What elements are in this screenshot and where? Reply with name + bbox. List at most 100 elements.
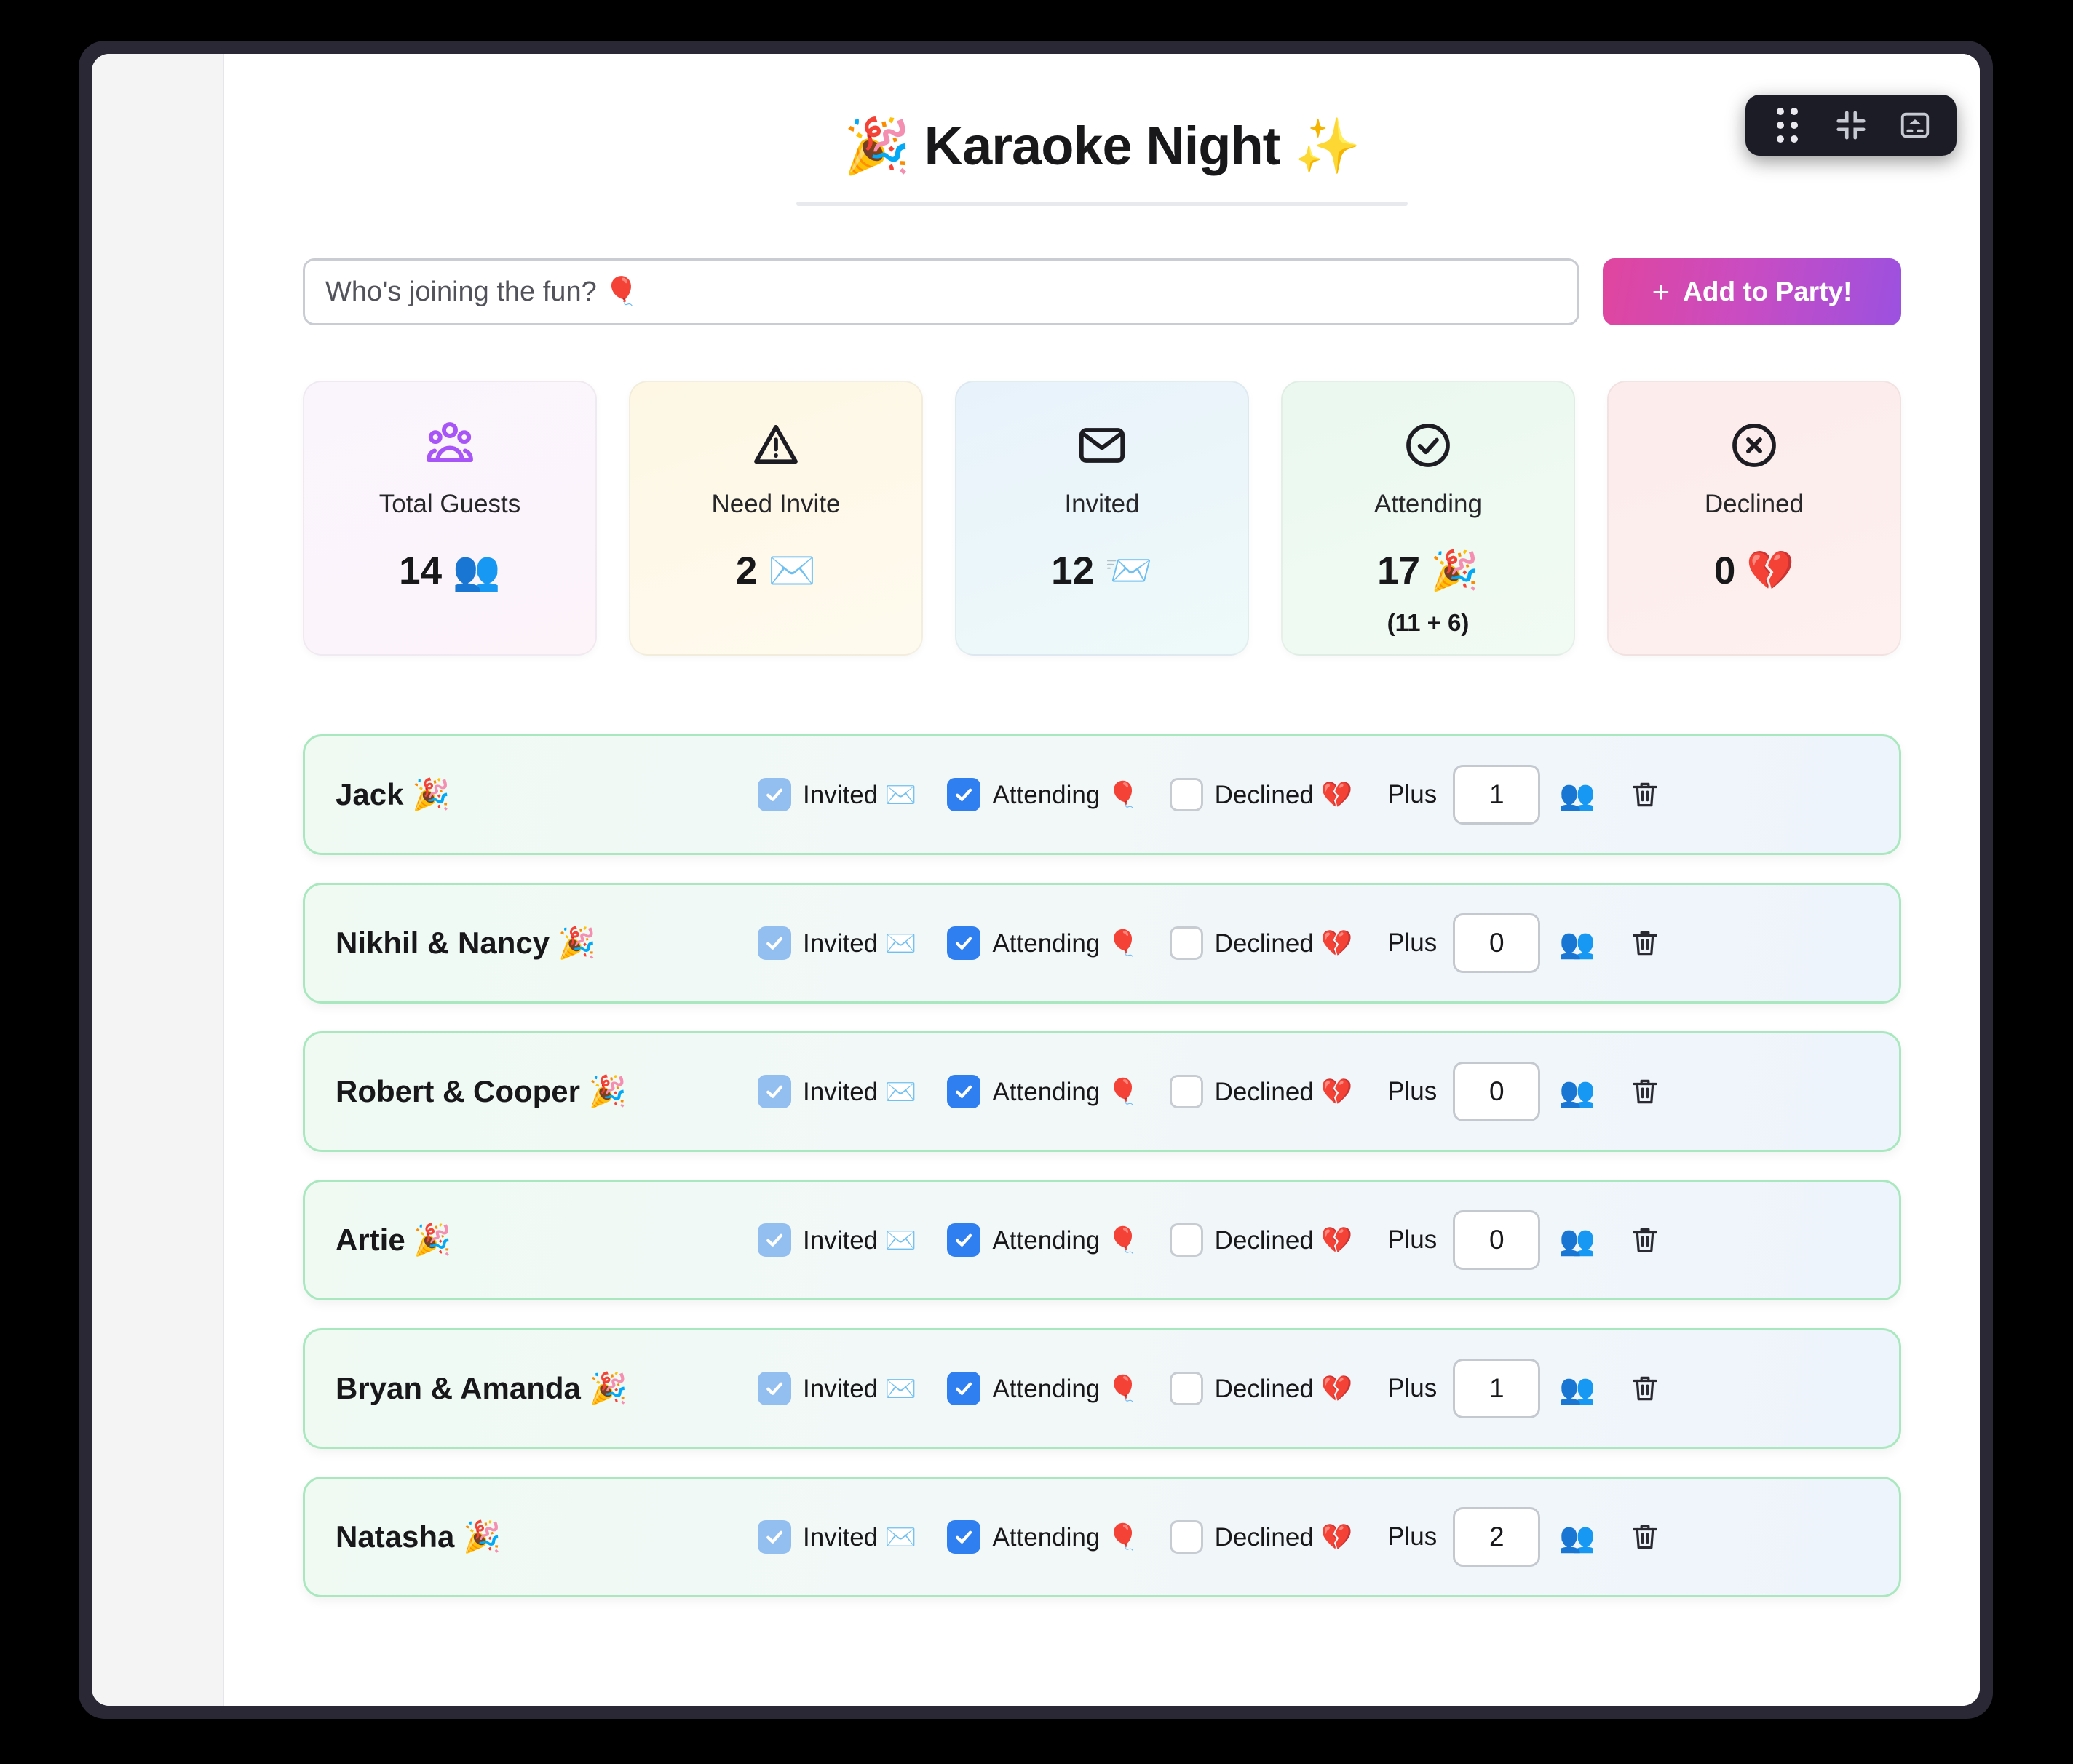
- add-guest-row: + Add to Party!: [303, 258, 1901, 326]
- app-window: 🎉 Karaoke Night ✨ + Add to Party!: [92, 54, 1980, 1706]
- stat-value: 17 🎉: [1377, 549, 1479, 593]
- plus-count-input[interactable]: [1453, 1062, 1541, 1122]
- stat-value: 0 💔: [1713, 549, 1795, 593]
- title-divider: [796, 202, 1408, 207]
- declined-checkbox-group: Declined 💔: [1169, 926, 1353, 961]
- invited-label: Invited ✉️: [803, 1077, 917, 1106]
- people-icon: 👥: [1559, 1076, 1596, 1108]
- envelope-icon: [1076, 417, 1128, 474]
- add-to-party-button[interactable]: + Add to Party!: [1603, 258, 1901, 326]
- plus-label: Plus: [1387, 1225, 1438, 1255]
- guest-name-input[interactable]: [303, 258, 1579, 326]
- stat-label: Need Invite: [711, 490, 841, 519]
- stat-subvalue: (11 + 6): [1387, 609, 1470, 637]
- invited-checkbox-group: Invited ✉️: [758, 1372, 916, 1406]
- attending-checkbox[interactable]: [947, 1520, 981, 1554]
- attending-checkbox-group: Attending 🎈: [947, 1075, 1139, 1109]
- stat-value: 14 👥: [399, 549, 501, 593]
- declined-checkbox[interactable]: [1169, 1075, 1203, 1109]
- guest-row: Natasha 🎉 Invited ✉️ Attending 🎈 Declined 💔…: [303, 1477, 1901, 1598]
- stat-label: Invited: [1064, 490, 1140, 519]
- declined-label: Declined 💔: [1214, 929, 1353, 958]
- guest-row: Bryan & Amanda 🎉 Invited ✉️ Attending 🎈 Dec…: [303, 1328, 1901, 1450]
- guest-name: Nikhil & Nancy 🎉: [336, 925, 597, 960]
- page-header: 🎉 Karaoke Night ✨: [303, 54, 1901, 207]
- invited-checkbox[interactable]: [758, 1520, 791, 1554]
- delete-guest-button[interactable]: [1625, 1368, 1665, 1409]
- attending-label: Attending 🎈: [992, 1522, 1139, 1552]
- invited-checkbox-group: Invited ✉️: [758, 778, 916, 812]
- declined-checkbox-group: Declined 💔: [1169, 1372, 1353, 1406]
- attending-checkbox[interactable]: [947, 1223, 981, 1258]
- people-icon: 👥: [1559, 1224, 1596, 1257]
- plus-count-input[interactable]: [1453, 1359, 1541, 1419]
- delete-guest-button[interactable]: [1625, 1071, 1665, 1112]
- plus-count-input[interactable]: [1453, 1507, 1541, 1568]
- stat-card-total-guests: Total Guests 14 👥: [303, 381, 597, 656]
- people-icon: 👥: [1559, 927, 1596, 960]
- delete-guest-button[interactable]: [1625, 1220, 1665, 1260]
- declined-label: Declined 💔: [1214, 780, 1353, 809]
- drag-dots-icon[interactable]: [1767, 106, 1807, 145]
- invited-checkbox[interactable]: [758, 1372, 791, 1406]
- attending-checkbox[interactable]: [947, 926, 981, 961]
- delete-guest-button[interactable]: [1625, 923, 1665, 964]
- declined-label: Declined 💔: [1214, 1225, 1353, 1255]
- plus-count-input[interactable]: [1453, 913, 1541, 974]
- attending-checkbox[interactable]: [947, 1075, 981, 1109]
- guest-name: Robert & Cooper 🎉: [336, 1073, 627, 1108]
- invited-checkbox-group: Invited ✉️: [758, 1223, 917, 1258]
- guest-row: Artie 🎉 Invited ✉️ Attending 🎈 Declined 💔 Pl…: [303, 1180, 1901, 1301]
- invited-label: Invited ✉️: [803, 1225, 917, 1255]
- stat-value: 12 📨: [1051, 549, 1153, 593]
- people-icon: 👥: [1559, 779, 1596, 811]
- plus-label: Plus: [1387, 1522, 1438, 1552]
- warning-icon: [750, 417, 802, 474]
- declined-label: Declined 💔: [1214, 1077, 1353, 1106]
- people-icon: 👥: [1559, 1521, 1596, 1554]
- delete-guest-button[interactable]: [1625, 1517, 1665, 1557]
- attending-label: Attending 🎈: [992, 780, 1139, 809]
- guest-name: Natasha 🎉: [336, 1519, 502, 1554]
- collapse-arrows-icon[interactable]: [1831, 106, 1871, 145]
- declined-checkbox[interactable]: [1169, 1372, 1203, 1406]
- plus-count-input[interactable]: [1453, 1210, 1541, 1271]
- delete-guest-button[interactable]: [1625, 774, 1665, 815]
- invited-label: Invited ✉️: [803, 1522, 917, 1552]
- declined-label: Declined 💔: [1214, 1374, 1353, 1403]
- invited-checkbox-group: Invited ✉️: [758, 1520, 916, 1554]
- guest-list: Jack 🎉 Invited ✉️ Attending 🎈 Declined 💔 Plu…: [303, 734, 1901, 1598]
- attending-checkbox[interactable]: [947, 778, 981, 812]
- plus-icon: +: [1652, 274, 1670, 309]
- invited-label: Invited ✉️: [803, 929, 917, 958]
- plus-label: Plus: [1387, 1374, 1438, 1403]
- declined-checkbox[interactable]: [1169, 1223, 1203, 1258]
- guest-row: Nikhil & Nancy 🎉 Invited ✉️ Attending 🎈 Dec…: [303, 883, 1901, 1004]
- attending-checkbox[interactable]: [947, 1372, 981, 1406]
- plus-count-input[interactable]: [1453, 765, 1541, 825]
- declined-checkbox[interactable]: [1169, 778, 1203, 812]
- invited-checkbox[interactable]: [758, 926, 791, 961]
- attending-checkbox-group: Attending 🎈: [947, 778, 1139, 812]
- stat-label: Declined: [1704, 490, 1804, 519]
- guest-row: Jack 🎉 Invited ✉️ Attending 🎈 Declined 💔 Plu…: [303, 734, 1901, 856]
- page-title: 🎉 Karaoke Night ✨: [843, 116, 1361, 176]
- declined-checkbox[interactable]: [1169, 1520, 1203, 1554]
- invited-checkbox-group: Invited ✉️: [758, 1075, 917, 1109]
- invited-checkbox[interactable]: [758, 1223, 791, 1258]
- attending-label: Attending 🎈: [992, 929, 1139, 958]
- declined-checkbox[interactable]: [1169, 926, 1203, 961]
- invited-checkbox[interactable]: [758, 778, 791, 812]
- stat-label: Total Guests: [378, 490, 521, 519]
- guest-row: Robert & Cooper 🎉 Invited ✉️ Attending 🎈 De…: [303, 1031, 1901, 1153]
- left-sidebar-rail: [92, 54, 224, 1706]
- stat-card-invited: Invited 12 📨: [955, 381, 1249, 656]
- declined-checkbox-group: Declined 💔: [1169, 1520, 1352, 1554]
- users-icon: [423, 417, 477, 474]
- hide-keyboard-icon[interactable]: [1895, 106, 1935, 145]
- stat-label: Attending: [1374, 490, 1482, 519]
- invited-checkbox[interactable]: [758, 1075, 791, 1109]
- plus-label: Plus: [1387, 1077, 1438, 1106]
- guest-name: Artie 🎉: [336, 1222, 452, 1257]
- device-bezel: 🎉 Karaoke Night ✨ + Add to Party!: [79, 41, 1993, 1719]
